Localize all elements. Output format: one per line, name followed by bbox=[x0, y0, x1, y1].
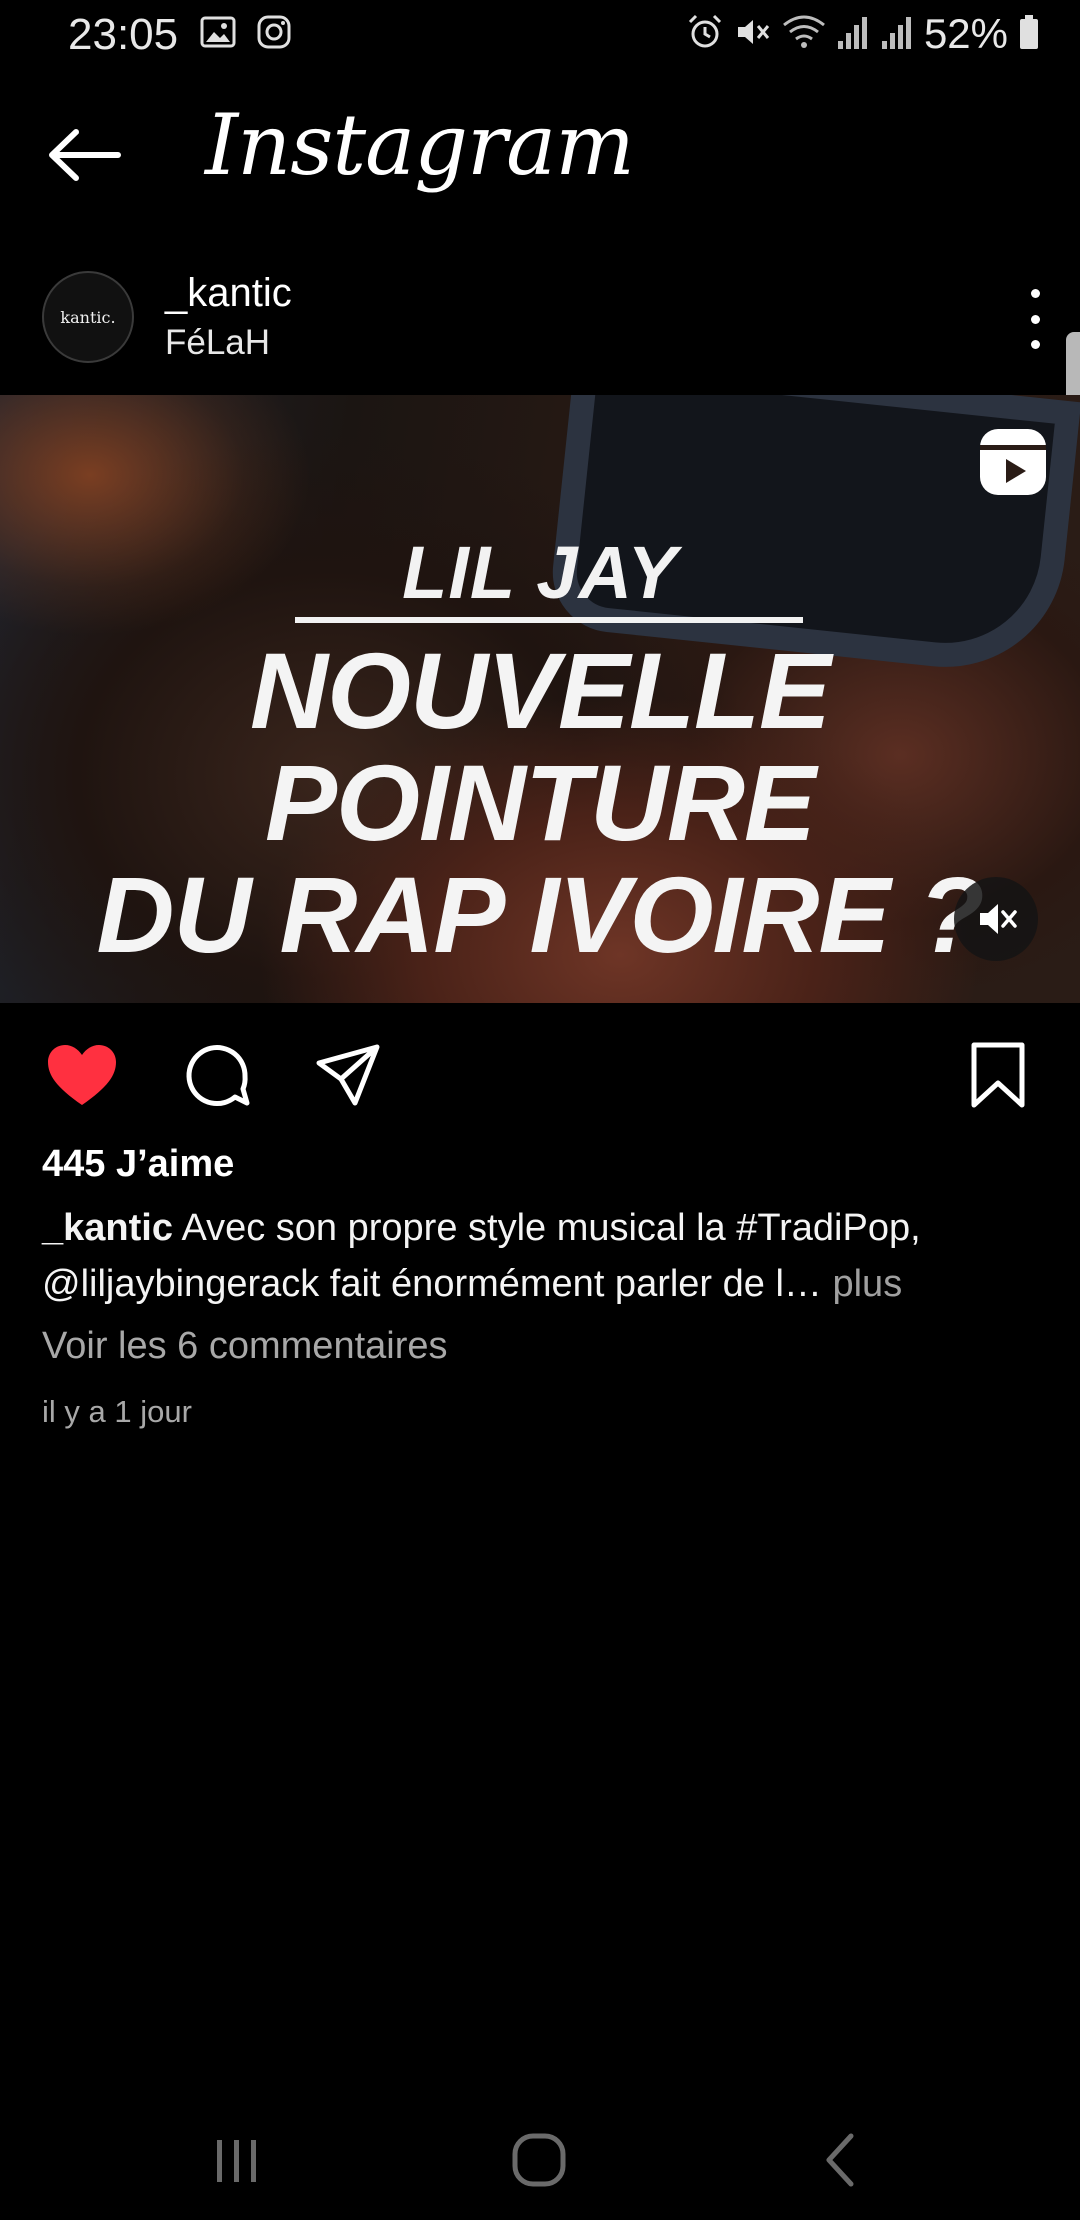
post-actions bbox=[0, 1030, 1080, 1120]
system-back-button[interactable] bbox=[796, 2120, 886, 2200]
home-button[interactable] bbox=[494, 2120, 584, 2200]
caption-more-link[interactable]: plus bbox=[832, 1263, 902, 1305]
post-username[interactable]: _kantic bbox=[165, 271, 292, 316]
post-caption: _kantic Avec son propre style musical la… bbox=[42, 1200, 1042, 1312]
back-arrow-icon bbox=[49, 129, 121, 181]
instagram-post-screen: 23:05 52% Instagram kantic. _kantic FéLa… bbox=[0, 0, 1080, 2220]
battery-icon bbox=[1018, 13, 1040, 56]
caption-text: Avec son propre style musical la #TradiP… bbox=[42, 1207, 921, 1305]
instagram-logo: Instagram bbox=[205, 96, 635, 194]
back-button[interactable] bbox=[40, 120, 130, 190]
avatar-text: kantic. bbox=[60, 307, 116, 327]
overlay-headline: NOUVELLE POINTURE DU RAP IVOIRE ? bbox=[0, 635, 1080, 971]
media-overlay: LIL JAY NOUVELLE POINTURE DU RAP IVOIRE … bbox=[0, 395, 1080, 1003]
overlay-divider bbox=[295, 617, 803, 623]
signal-icon bbox=[836, 13, 870, 56]
status-time: 23:05 bbox=[68, 10, 179, 59]
overlay-headline-line2: DU RAP IVOIRE ? bbox=[96, 854, 984, 975]
volume-off-icon bbox=[977, 900, 1017, 938]
recents-icon bbox=[217, 2140, 256, 2182]
send-icon bbox=[316, 1044, 380, 1106]
reels-icon bbox=[980, 429, 1046, 495]
more-options-icon[interactable] bbox=[1010, 289, 1060, 349]
like-button[interactable] bbox=[42, 1036, 122, 1116]
top-app-bar: Instagram bbox=[0, 90, 1080, 220]
comment-button[interactable] bbox=[178, 1036, 258, 1116]
alarm-icon bbox=[686, 13, 724, 56]
likes-count[interactable]: 445 J’aime bbox=[42, 1143, 234, 1186]
share-button[interactable] bbox=[308, 1036, 388, 1116]
view-comments-link[interactable]: Voir les 6 commentaires bbox=[42, 1325, 448, 1368]
recent-apps-button[interactable] bbox=[192, 2120, 282, 2200]
bookmark-icon bbox=[971, 1042, 1025, 1108]
post-subtitle[interactable]: FéLaH bbox=[165, 323, 270, 363]
mute-icon bbox=[734, 13, 772, 56]
avatar[interactable]: kantic. bbox=[42, 271, 134, 363]
comment-icon bbox=[186, 1045, 250, 1106]
status-bar: 23:05 52% bbox=[0, 0, 1080, 72]
chevron-left-icon bbox=[826, 2133, 854, 2187]
post-timestamp: il y a 1 jour bbox=[42, 1394, 192, 1429]
save-button[interactable] bbox=[958, 1036, 1038, 1116]
system-navigation-bar bbox=[0, 2110, 1080, 2220]
post-header: kantic. _kantic FéLaH bbox=[0, 265, 1080, 385]
wifi-icon bbox=[782, 13, 826, 56]
heart-icon bbox=[48, 1045, 116, 1105]
image-icon bbox=[200, 14, 236, 55]
instagram-icon bbox=[256, 14, 292, 55]
home-icon bbox=[512, 2133, 566, 2187]
overlay-title: LIL JAY bbox=[402, 531, 678, 614]
signal-icon bbox=[880, 13, 914, 56]
mute-toggle-button[interactable] bbox=[954, 877, 1038, 961]
post-media[interactable]: LIL JAY NOUVELLE POINTURE DU RAP IVOIRE … bbox=[0, 395, 1080, 1003]
caption-username[interactable]: _kantic bbox=[42, 1207, 173, 1249]
overlay-headline-line1: NOUVELLE POINTURE bbox=[249, 630, 831, 863]
battery-percent: 52% bbox=[923, 10, 1008, 57]
